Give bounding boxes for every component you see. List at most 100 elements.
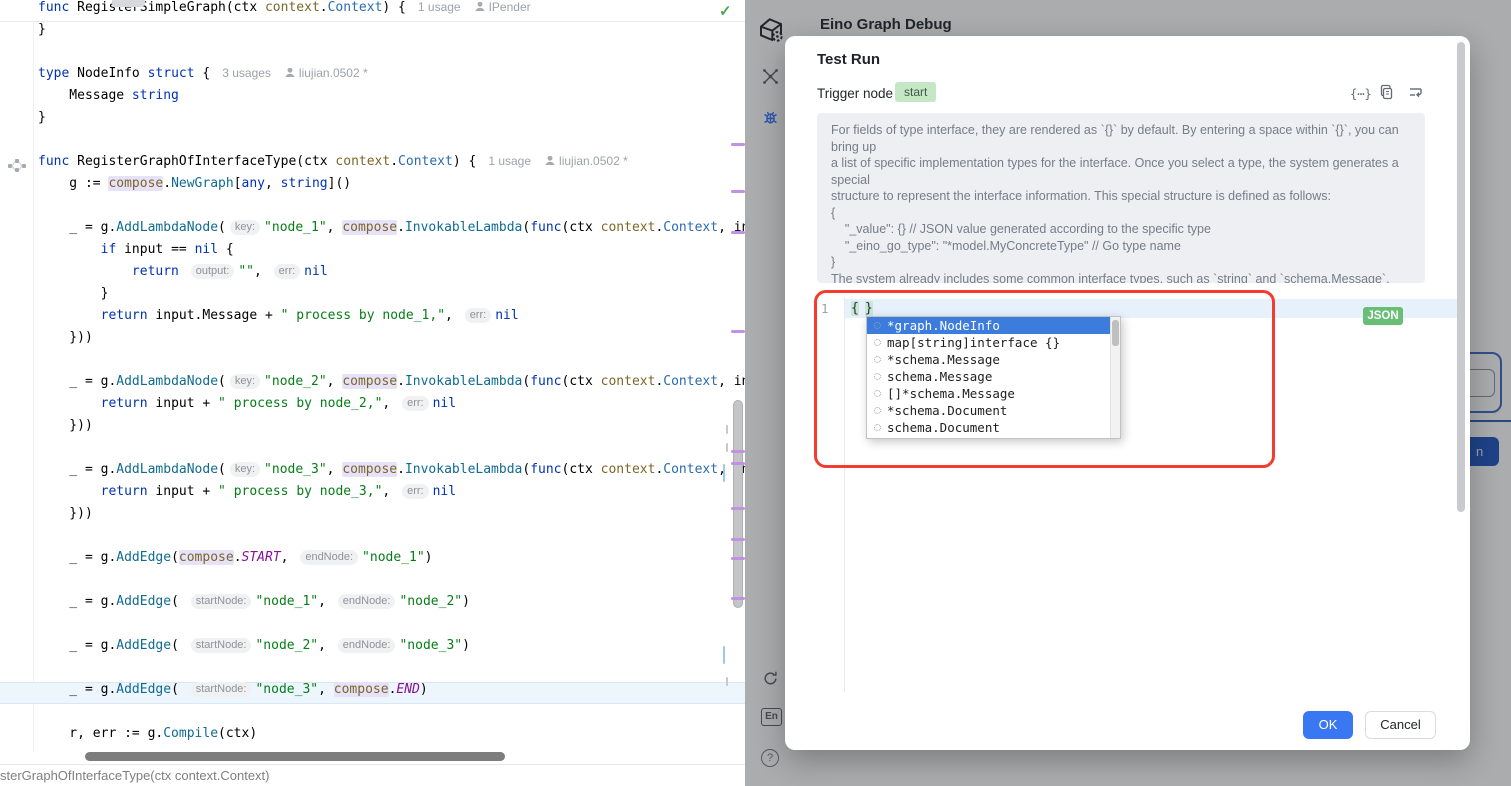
code-line[interactable]: type NodeInfo struct {3 usagesliujian.05… xyxy=(0,66,745,88)
type-completion-dropdown[interactable]: *graph.NodeInfomap[string]interface {}*s… xyxy=(866,316,1121,439)
code-token: [ xyxy=(234,176,242,191)
code-token: InvokableLambda xyxy=(405,462,522,477)
completion-item[interactable]: *schema.Document xyxy=(867,402,1120,419)
wrap-arrow-icon[interactable] xyxy=(1407,84,1424,101)
code-line[interactable] xyxy=(0,616,745,638)
graph-gutter-icon[interactable] xyxy=(7,158,27,173)
inspection-ok-icon: ✓ xyxy=(719,2,732,20)
code-token: compose xyxy=(342,374,397,389)
code-token: InvokableLambda xyxy=(405,220,522,235)
editor-vertical-scrollbar[interactable] xyxy=(733,400,743,608)
code-line[interactable]: })) xyxy=(0,506,745,528)
code-token: , xyxy=(327,220,343,235)
code-line[interactable] xyxy=(0,440,745,462)
code-token: . xyxy=(397,374,405,389)
dropdown-scrollbar-thumb[interactable] xyxy=(1112,320,1119,346)
code-line[interactable]: _ = g.AddLambdaNode(key:"node_1", compos… xyxy=(0,220,745,242)
breadcrumb[interactable]: sterGraphOfInterfaceType(ctx context.Con… xyxy=(0,764,745,786)
code-token: , xyxy=(318,682,334,697)
code-token: START xyxy=(242,550,281,565)
code-line[interactable]: _ = g.AddEdge(compose.START, endNode:"no… xyxy=(0,550,745,572)
completion-item[interactable]: map[string]interface {} xyxy=(867,334,1120,351)
code-line[interactable]: _ = g.AddLambdaNode(key:"node_2", compos… xyxy=(0,374,745,396)
code-line[interactable]: return input.Message + " process by node… xyxy=(0,308,745,330)
code-token: "node_1" xyxy=(362,550,425,565)
code-token: context xyxy=(601,220,656,235)
completion-item[interactable]: schema.Document xyxy=(867,419,1120,436)
code-line[interactable]: r, err := g.Compile(ctx) xyxy=(0,726,745,748)
dropdown-scrollbar-track[interactable] xyxy=(1110,317,1120,438)
type-circle-icon xyxy=(874,322,881,329)
code-token: return xyxy=(101,484,148,499)
purple-stripe-mark xyxy=(731,507,745,510)
close-brace: } xyxy=(865,301,873,316)
code-line[interactable]: _ = g.AddEdge( startNode:"node_2", endNo… xyxy=(0,638,745,660)
code-line[interactable]: return input + " process by node_3,", er… xyxy=(0,484,745,506)
code-line[interactable]: })) xyxy=(0,330,745,352)
code-token xyxy=(38,308,101,323)
code-token: return xyxy=(132,264,179,279)
ok-button[interactable]: OK xyxy=(1303,711,1353,739)
code-token: ( xyxy=(522,220,530,235)
code-token: if xyxy=(101,242,117,257)
code-token: NewGraph xyxy=(171,176,234,191)
code-line[interactable] xyxy=(0,132,745,154)
cancel-button[interactable]: Cancel xyxy=(1365,711,1436,739)
code-token: . xyxy=(234,550,242,565)
code-token: struct xyxy=(148,66,195,81)
completion-item[interactable]: []*schema.Message xyxy=(867,385,1120,402)
info-line: For fields of type interface, they are r… xyxy=(831,122,1411,155)
code-line[interactable]: _ = g.AddEdge( startNode:"node_3", compo… xyxy=(0,682,745,704)
info-line: "_eino_go_type": "*model.MyConcreteType"… xyxy=(831,238,1411,255)
code-token: END xyxy=(396,682,419,697)
code-line[interactable]: return output:"", err:nil xyxy=(0,264,745,286)
code-token: ( xyxy=(218,220,226,235)
code-token: ( xyxy=(171,682,187,697)
code-token: "node_1" xyxy=(255,594,318,609)
completion-item[interactable]: *graph.NodeInfo xyxy=(867,317,1120,334)
code-line[interactable]: _ = g.AddLambdaNode(key:"node_3", compos… xyxy=(0,462,745,484)
code-token: func xyxy=(530,374,561,389)
code-token: input + xyxy=(148,396,218,411)
code-line[interactable] xyxy=(0,572,745,594)
completion-item[interactable]: schema.Message xyxy=(867,368,1120,385)
code-line[interactable] xyxy=(0,660,745,682)
code-line[interactable]: _ = g.AddEdge( startNode:"node_1", endNo… xyxy=(0,594,745,616)
code-token: Context xyxy=(398,154,453,169)
info-line: } xyxy=(831,254,1411,271)
code-token: nil xyxy=(304,264,327,279)
code-line[interactable] xyxy=(0,198,745,220)
open-brace: { xyxy=(851,301,859,316)
code-line[interactable]: } xyxy=(0,22,745,44)
code-token: "node_1" xyxy=(264,220,327,235)
code-token: ) xyxy=(420,682,428,697)
code-line[interactable]: Message string xyxy=(0,88,745,110)
completion-item-label: schema.Message xyxy=(887,369,992,384)
purple-stripe-mark xyxy=(731,190,745,193)
modal-scrollbar[interactable] xyxy=(1457,42,1465,512)
inlay-hint: startNode: xyxy=(191,682,252,697)
code-line[interactable] xyxy=(0,704,745,726)
blue-stripe-mark xyxy=(723,464,725,482)
code-line[interactable]: } xyxy=(0,286,745,308)
code-line[interactable] xyxy=(0,352,745,374)
completion-item[interactable]: *schema.Message xyxy=(867,351,1120,368)
inlay-hint: key: xyxy=(230,374,260,389)
copy-icon[interactable] xyxy=(1379,84,1395,101)
code-line[interactable]: } xyxy=(0,110,745,132)
code-line[interactable]: return input + " process by node_2,", er… xyxy=(0,396,745,418)
code-line[interactable]: })) xyxy=(0,418,745,440)
code-line[interactable]: g := compose.NewGraph[any, string]() xyxy=(0,176,745,198)
code-token: "node_2" xyxy=(264,374,327,389)
code-token: ) xyxy=(462,638,470,653)
code-line[interactable]: if input == nil { xyxy=(0,242,745,264)
code-area[interactable]: func RegisterSimpleGraph(ctx context.Con… xyxy=(0,0,745,748)
code-line[interactable]: func RegisterGraphOfInterfaceType(ctx co… xyxy=(0,154,745,176)
format-braces-icon[interactable]: {⋯} xyxy=(1350,87,1372,101)
code-editor[interactable]: func RegisterSimpleGraph(ctx context.Con… xyxy=(0,0,745,786)
code-token: 1 usage xyxy=(418,0,461,14)
editor-horizontal-scrollbar[interactable] xyxy=(85,752,505,761)
trigger-node-badge[interactable]: start xyxy=(895,82,936,102)
code-line[interactable] xyxy=(0,44,745,66)
code-line[interactable] xyxy=(0,528,745,550)
